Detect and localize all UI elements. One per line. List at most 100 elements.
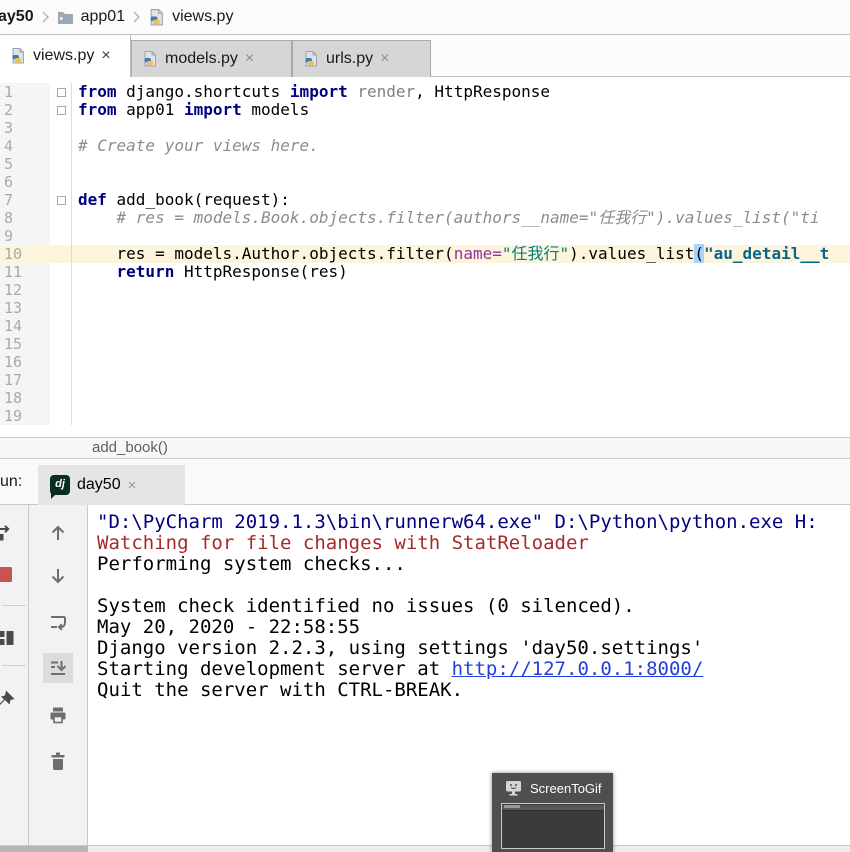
code-text: res = models.Author.objects.filter(name=… [72,245,829,263]
code-text [72,299,78,317]
screentogif-icon [505,780,522,797]
code-line[interactable]: 10 res = models.Author.objects.filter(na… [0,245,850,263]
code-text: def add_book(request): [72,191,290,209]
console-line [97,575,850,596]
line-number[interactable]: 8 [0,209,50,227]
line-number[interactable]: 17 [0,371,50,389]
code-line[interactable]: 14 [0,317,850,335]
breadcrumb: ay50 app01 views.py [0,0,850,35]
code-line[interactable]: 12 [0,281,850,299]
line-number[interactable]: 7 [0,191,50,209]
soft-wrap-icon[interactable] [48,612,68,632]
code-line[interactable]: 9 [0,227,850,245]
breadcrumb-file[interactable]: views.py [172,8,233,26]
code-line[interactable]: 2from app01 import models [0,101,850,119]
line-number[interactable]: 11 [0,263,50,281]
fold-gutter [50,209,72,227]
code-line[interactable]: 6 [0,173,850,191]
close-icon[interactable]: × [245,50,254,68]
line-number[interactable]: 9 [0,227,50,245]
tab-label: models.py [165,50,238,68]
line-number[interactable]: 16 [0,353,50,371]
code-text [72,317,78,335]
line-number[interactable]: 3 [0,119,50,137]
line-number[interactable]: 1 [0,83,50,101]
clear-all-icon[interactable] [49,751,67,771]
code-line[interactable]: 11 return HttpResponse(res) [0,263,850,281]
console-line: Performing system checks... [97,554,850,575]
console-line: "D:\PyCharm 2019.1.3\bin\runnerw64.exe" … [97,512,850,533]
scrollbar-thumb[interactable] [0,846,88,852]
stop-icon[interactable] [0,567,13,583]
code-line[interactable]: 16 [0,353,850,371]
up-stack-trace-icon[interactable] [48,523,68,543]
fold-gutter [50,245,72,263]
line-number[interactable]: 18 [0,389,50,407]
screentogif-title-row: ScreenToGif [492,773,613,797]
run-tab-day50[interactable]: dj day50 × [38,465,185,505]
code-line[interactable]: 5 [0,155,850,173]
console-toolbar [29,505,88,845]
horizontal-scrollbar [0,845,850,852]
line-number[interactable]: 5 [0,155,50,173]
line-number[interactable]: 12 [0,281,50,299]
rerun-icon[interactable] [0,523,17,543]
close-icon[interactable]: × [101,47,110,65]
editor-tab-bar: views.py × models.py × urls.py × [0,35,850,77]
python-file-icon [148,9,165,26]
code-line[interactable]: 13 [0,299,850,317]
run-tab-label: day50 [77,476,121,494]
line-number[interactable]: 14 [0,317,50,335]
toolbar-divider [2,605,26,606]
server-url-link[interactable]: http://127.0.0.1:8000/ [452,658,704,680]
console-line: May 20, 2020 - 22:58:55 [97,617,850,638]
screentogif-title: ScreenToGif [530,781,602,796]
fold-gutter [50,263,72,281]
print-icon[interactable] [48,705,68,725]
pin-icon[interactable] [0,689,16,709]
fold-gutter [50,317,72,335]
fold-gutter [50,389,72,407]
close-icon[interactable]: × [380,50,389,68]
line-number[interactable]: 19 [0,407,50,425]
down-stack-trace-icon[interactable] [48,566,68,586]
line-number[interactable]: 2 [0,101,50,119]
scope-crumb[interactable]: add_book() [92,439,168,456]
breadcrumb-project[interactable]: ay50 [0,8,34,26]
scroll-to-end-icon[interactable] [48,658,68,678]
code-line[interactable]: 19 [0,407,850,425]
code-line[interactable]: 1from django.shortcuts import render, Ht… [0,83,850,101]
close-icon[interactable]: × [128,477,137,494]
tab-models-py[interactable]: models.py × [131,40,292,77]
code-line[interactable]: 3 [0,119,850,137]
breadcrumb-package[interactable]: app01 [81,8,126,26]
restore-layout-icon[interactable] [0,629,15,647]
fold-marker[interactable] [50,191,72,209]
line-number[interactable]: 6 [0,173,50,191]
tab-views-py[interactable]: views.py × [0,35,131,77]
pycharm-window: ay50 app01 views.py views.py × mode [0,0,850,852]
code-text [72,371,78,389]
fold-marker[interactable] [50,101,72,119]
code-line[interactable]: 7 def add_book(request): [0,191,850,209]
fold-gutter [50,335,72,353]
line-number[interactable]: 4 [0,137,50,155]
code-line[interactable]: 8 # res = models.Book.objects.filter(aut… [0,209,850,227]
code-text [72,407,78,425]
screentogif-thumbnail[interactable] [501,803,605,849]
line-number[interactable]: 10 [0,245,50,263]
python-file-icon [303,51,319,67]
code-line[interactable]: 17 [0,371,850,389]
code-line[interactable]: 4# Create your views here. [0,137,850,155]
fold-gutter [50,119,72,137]
fold-gutter [50,155,72,173]
code-line[interactable]: 15 [0,335,850,353]
code-line[interactable]: 18 [0,389,850,407]
screentogif-preview-popup[interactable]: ScreenToGif [492,773,613,852]
line-number[interactable]: 15 [0,335,50,353]
fold-marker[interactable] [50,83,72,101]
tab-urls-py[interactable]: urls.py × [292,40,431,77]
code-editor[interactable]: 1from django.shortcuts import render, Ht… [0,77,850,437]
python-file-icon [142,51,158,67]
line-number[interactable]: 13 [0,299,50,317]
